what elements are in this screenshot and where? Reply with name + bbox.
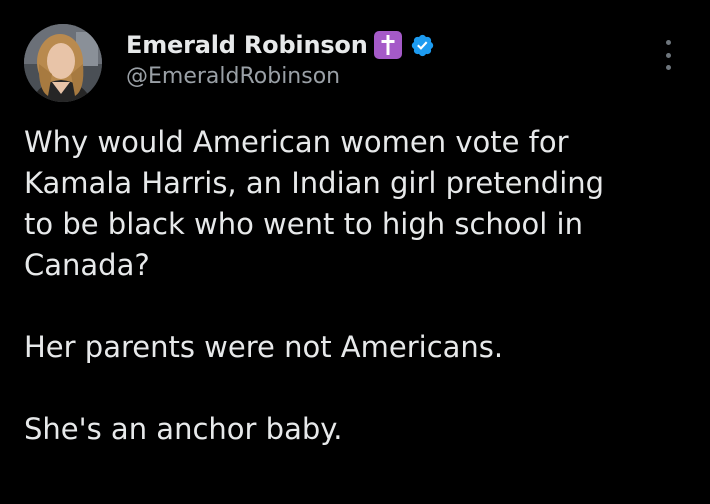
tweet-text: Why would American women vote for Kamala… — [24, 122, 684, 450]
tweet-card: Emerald Robinson @EmeraldRobinson Why wo… — [0, 0, 710, 504]
tweet-paragraph: She's an anchor baby. — [24, 412, 343, 446]
avatar-image — [24, 24, 102, 102]
latin-cross-icon — [373, 31, 402, 59]
display-name[interactable]: Emerald Robinson — [126, 31, 368, 59]
tweet-paragraph: Her parents were not Americans. — [24, 330, 504, 364]
dot — [665, 40, 671, 45]
user-handle[interactable]: @EmeraldRobinson — [126, 64, 640, 89]
dot — [665, 65, 671, 70]
tweet-header: Emerald Robinson @EmeraldRobinson — [126, 26, 640, 89]
verified-check-icon — [411, 34, 433, 56]
name-row: Emerald Robinson — [126, 26, 640, 64]
avatar[interactable] — [24, 24, 102, 102]
more-vertical-icon[interactable] — [656, 40, 680, 70]
dot — [665, 52, 671, 58]
tweet-paragraph: Why would American women vote for Kamala… — [24, 125, 605, 282]
